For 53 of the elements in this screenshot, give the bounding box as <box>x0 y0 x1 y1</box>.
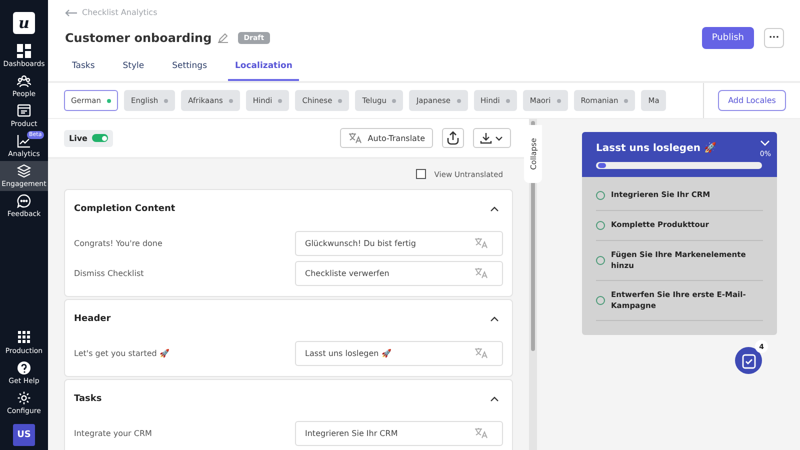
source-text: Integrate your CRM <box>74 428 152 438</box>
layers-icon <box>17 164 31 178</box>
chevron-icon[interactable] <box>490 316 499 322</box>
checklist-launcher[interactable] <box>735 347 762 374</box>
window-icon <box>17 104 31 118</box>
help-icon <box>17 361 31 375</box>
back-arrow-icon[interactable] <box>65 8 77 16</box>
download-icon <box>480 132 504 144</box>
upload-icon <box>446 131 460 145</box>
page-title: Customer onboarding <box>65 31 212 45</box>
source-text: Congrats! You're done <box>74 238 162 248</box>
source-text: Let's get you started 🚀 <box>74 348 170 358</box>
section-title: Completion Content <box>74 204 176 214</box>
chevron-icon[interactable] <box>490 206 499 212</box>
source-text: Dismiss Checklist <box>74 268 144 278</box>
tab[interactable]: Settings <box>165 61 214 81</box>
checklist-icon <box>740 352 756 368</box>
apps-icon <box>18 331 30 343</box>
publish-button[interactable]: Publish <box>702 27 754 49</box>
translation-field[interactable]: Lasst uns loslegen 🚀 <box>295 340 503 366</box>
logo[interactable]: u <box>13 12 35 34</box>
download-button[interactable] <box>473 128 511 148</box>
translate-icon[interactable] <box>474 347 488 359</box>
section-title: Tasks <box>74 394 102 404</box>
more-button[interactable]: ··· <box>764 28 784 48</box>
tab[interactable]: Style <box>116 61 152 81</box>
grid-icon <box>17 44 31 58</box>
section-title: Header <box>74 314 111 324</box>
task-status-icon[interactable] <box>596 296 605 305</box>
task-status-icon[interactable] <box>596 221 605 230</box>
chevron-icon[interactable] <box>490 396 499 402</box>
add-locales-button[interactable]: Add Locales <box>718 90 786 111</box>
tab[interactable]: Localization <box>228 61 300 81</box>
chat-icon <box>17 194 31 208</box>
chart-icon <box>17 134 31 148</box>
tab[interactable]: Tasks <box>65 61 102 81</box>
translation-field[interactable]: Glückwunsch! Du bist fertig <box>295 230 503 256</box>
user-avatar[interactable]: US <box>13 424 35 446</box>
upload-button[interactable] <box>442 128 464 148</box>
task-status-icon[interactable] <box>596 191 605 200</box>
settings-icon <box>17 391 31 405</box>
checklist-title: Lasst uns loslegen 🚀 <box>596 142 716 156</box>
live-toggle[interactable]: Live <box>64 130 114 146</box>
auto-translate-button[interactable]: Auto-Translate <box>340 128 433 148</box>
translate-icon[interactable] <box>474 237 488 249</box>
translation-field[interactable]: Checkliste verwerfen <box>295 260 503 286</box>
people-icon <box>17 74 31 88</box>
translate-icon[interactable] <box>474 267 488 279</box>
translate-icon[interactable] <box>474 427 488 439</box>
pencil-icon[interactable] <box>218 33 228 43</box>
translate-icon <box>348 132 362 144</box>
translation-field[interactable]: Integrieren Sie Ihr CRM <box>295 420 503 446</box>
task-status-icon[interactable] <box>596 256 605 265</box>
